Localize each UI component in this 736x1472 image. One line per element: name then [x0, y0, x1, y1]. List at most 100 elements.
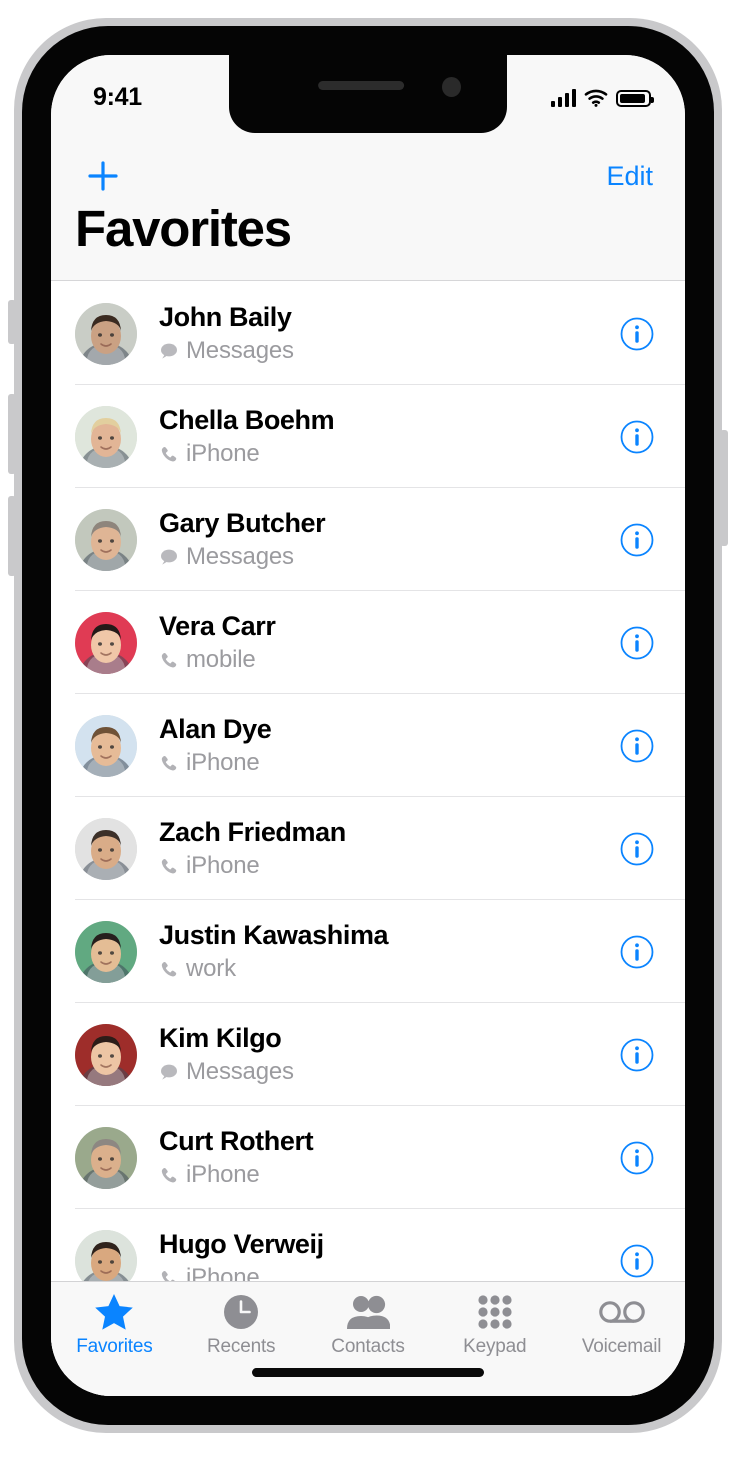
contact-info-button[interactable]: [619, 728, 655, 764]
contact-label: mobile: [186, 646, 256, 674]
info-circle-icon: [619, 1243, 655, 1279]
avatar: [75, 921, 137, 983]
favorite-row[interactable]: John Baily Messages: [51, 282, 685, 385]
contact-label-row: mobile: [159, 646, 619, 674]
favorite-row[interactable]: Justin Kawashima work: [51, 900, 685, 1003]
volume-down-button[interactable]: [8, 496, 16, 576]
info-circle-icon: [619, 831, 655, 867]
messages-bubble-icon: [159, 341, 179, 361]
tab-contacts[interactable]: Contacts: [305, 1291, 432, 1358]
page-title: Favorites: [75, 199, 291, 258]
info-circle-icon: [619, 419, 655, 455]
avatar: [75, 406, 137, 468]
earpiece-speaker: [318, 81, 404, 90]
contact-info-button[interactable]: [619, 831, 655, 867]
contact-info-button[interactable]: [619, 316, 655, 352]
battery-fill: [620, 94, 645, 103]
notch: [229, 55, 507, 133]
contact-info-button[interactable]: [619, 1037, 655, 1073]
info-circle-icon: [619, 1037, 655, 1073]
contact-label-row: Messages: [159, 1058, 619, 1086]
contact-label: iPhone: [186, 1161, 260, 1189]
contact-label-row: iPhone: [159, 1161, 619, 1189]
contact-label-row: iPhone: [159, 852, 619, 880]
contact-name: John Baily: [159, 302, 619, 333]
favorite-text: Gary Butcher Messages: [137, 508, 619, 571]
favorite-text: Justin Kawashima work: [137, 920, 619, 983]
phone-handset-icon: [159, 856, 179, 876]
contact-label-row: iPhone: [159, 440, 619, 468]
avatar: [75, 1024, 137, 1086]
plus-icon: [86, 159, 120, 193]
tab-voicemail[interactable]: Voicemail: [558, 1291, 685, 1358]
contact-name: Justin Kawashima: [159, 920, 619, 951]
phone-handset-icon: [159, 1165, 179, 1185]
tab-recents[interactable]: Recents: [178, 1291, 305, 1358]
contact-name: Alan Dye: [159, 714, 619, 745]
contact-label: work: [186, 955, 236, 983]
messages-bubble-icon: [159, 1062, 179, 1082]
favorite-row[interactable]: Gary Butcher Messages: [51, 488, 685, 591]
contact-label-row: iPhone: [159, 749, 619, 777]
contact-label: Messages: [186, 1058, 294, 1086]
voicemail-icon: [599, 1291, 645, 1333]
contact-label: iPhone: [186, 749, 260, 777]
contact-name: Zach Friedman: [159, 817, 619, 848]
contact-label-row: Messages: [159, 543, 619, 571]
info-circle-icon: [619, 934, 655, 970]
favorites-list[interactable]: John Baily Messages Chella Boehm iPhone Gary…: [51, 282, 685, 1396]
clock-icon: [222, 1291, 260, 1333]
phone-handset-icon: [159, 444, 179, 464]
tab-label: Favorites: [76, 1336, 152, 1358]
contact-label: Messages: [186, 337, 294, 365]
phone-screen: Edit Favorites 9:41: [51, 55, 685, 1396]
tab-label: Recents: [207, 1336, 275, 1358]
info-circle-icon: [619, 316, 655, 352]
avatar: [75, 509, 137, 571]
tab-bar: Favorites Recents Contacts KeypadVoicemail: [51, 1281, 685, 1396]
tab-favorites[interactable]: Favorites: [51, 1291, 178, 1358]
favorite-row[interactable]: Vera Carr mobile: [51, 591, 685, 694]
avatar: [75, 303, 137, 365]
contact-info-button[interactable]: [619, 1243, 655, 1279]
contact-name: Vera Carr: [159, 611, 619, 642]
favorite-row[interactable]: Curt RothertiPhone: [51, 1106, 685, 1209]
mute-switch-button[interactable]: [8, 300, 16, 344]
contact-info-button[interactable]: [619, 625, 655, 661]
status-icons: [551, 89, 652, 107]
favorite-row[interactable]: Chella Boehm iPhone: [51, 385, 685, 488]
contact-name: Chella Boehm: [159, 405, 619, 436]
contact-info-button[interactable]: [619, 1140, 655, 1176]
contact-name: Kim Kilgo: [159, 1023, 619, 1054]
star-icon: [94, 1291, 134, 1333]
volume-up-button[interactable]: [8, 394, 16, 474]
contact-label-row: work: [159, 955, 619, 983]
avatar: [75, 715, 137, 777]
favorite-text: Curt RothertiPhone: [137, 1126, 619, 1189]
favorite-text: Zach Friedman iPhone: [137, 817, 619, 880]
edit-button[interactable]: Edit: [606, 161, 653, 192]
status-time: 9:41: [93, 83, 142, 112]
contact-info-button[interactable]: [619, 419, 655, 455]
avatar: [75, 818, 137, 880]
contact-info-button[interactable]: [619, 934, 655, 970]
avatar: [75, 612, 137, 674]
messages-bubble-icon: [159, 547, 179, 567]
tab-keypad[interactable]: Keypad: [431, 1291, 558, 1358]
phone-handset-icon: [159, 650, 179, 670]
side-power-button[interactable]: [720, 430, 728, 546]
tab-label: Contacts: [331, 1336, 404, 1358]
cellular-bars-icon: [551, 89, 577, 107]
contact-name: Gary Butcher: [159, 508, 619, 539]
favorite-row[interactable]: Zach Friedman iPhone: [51, 797, 685, 900]
nav-actions-row: Edit: [51, 151, 685, 201]
favorite-row[interactable]: Alan Dye iPhone: [51, 694, 685, 797]
phone-handset-icon: [159, 753, 179, 773]
add-favorite-button[interactable]: [83, 156, 123, 196]
favorite-row[interactable]: Kim Kilgo Messages: [51, 1003, 685, 1106]
home-indicator[interactable]: [252, 1368, 484, 1377]
info-circle-icon: [619, 625, 655, 661]
favorite-text: Vera Carr mobile: [137, 611, 619, 674]
info-circle-icon: [619, 728, 655, 764]
contact-info-button[interactable]: [619, 522, 655, 558]
